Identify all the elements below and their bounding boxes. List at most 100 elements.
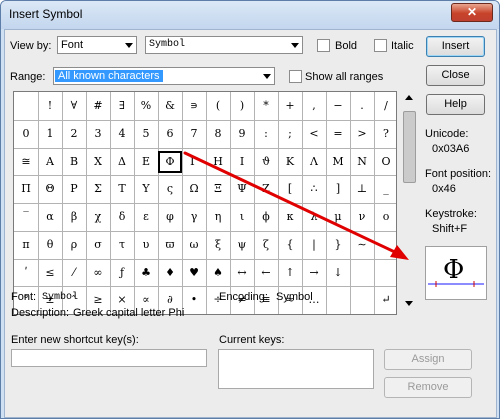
symbol-cell[interactable]: ϕ xyxy=(254,206,278,228)
symbol-cell[interactable]: , xyxy=(302,95,326,117)
symbol-cell[interactable]: β xyxy=(62,206,86,228)
symbol-cell[interactable]: λ xyxy=(302,206,326,228)
symbol-cell[interactable]: υ xyxy=(134,234,158,256)
close-button[interactable]: Close xyxy=(426,65,485,86)
scroll-thumb[interactable] xyxy=(403,111,416,183)
symbol-cell[interactable]: − xyxy=(326,95,350,117)
symbol-cell[interactable]: 3 xyxy=(86,123,110,145)
symbol-cell[interactable]: ; xyxy=(278,123,302,145)
symbol-cell[interactable]: ω xyxy=(182,234,206,256)
symbol-cell[interactable]: * xyxy=(254,95,278,117)
symbol-cell[interactable] xyxy=(326,289,350,311)
symbol-cell[interactable]: ρ xyxy=(62,234,86,256)
font-dropdown[interactable]: Symbol xyxy=(145,36,303,54)
symbol-cell[interactable]: 0 xyxy=(14,123,38,145)
symbol-cell[interactable]: η xyxy=(206,206,230,228)
remove-button[interactable]: Remove xyxy=(384,377,472,398)
symbol-cell[interactable]: ξ xyxy=(206,234,230,256)
symbol-cell[interactable]: } xyxy=(326,234,350,256)
symbol-cell[interactable]: Ι xyxy=(230,151,254,173)
symbol-cell[interactable]: κ xyxy=(278,206,302,228)
symbol-cell[interactable] xyxy=(14,95,38,117)
symbol-cell[interactable]: 6 xyxy=(158,123,182,145)
italic-checkbox[interactable] xyxy=(374,39,387,52)
symbol-cell[interactable]: 2 xyxy=(62,123,86,145)
symbol-cell[interactable]: ♣ xyxy=(134,262,158,284)
symbol-cell[interactable]: ) xyxy=(230,95,254,117)
symbol-cell[interactable]: | xyxy=(302,234,326,256)
symbol-cell[interactable]: Μ xyxy=(326,151,350,173)
symbol-cell[interactable]: 4 xyxy=(110,123,134,145)
grid-scrollbar[interactable] xyxy=(401,91,418,315)
symbol-cell[interactable]: ƒ xyxy=(110,262,134,284)
symbol-cell[interactable]: ϖ xyxy=(158,234,182,256)
symbol-cell[interactable]: Φ xyxy=(158,151,182,173)
assign-button[interactable]: Assign xyxy=(384,349,472,370)
symbol-cell[interactable]: ο xyxy=(374,206,398,228)
symbol-cell[interactable]: Ν xyxy=(350,151,374,173)
insert-button[interactable]: Insert xyxy=(426,36,485,57)
symbol-cell[interactable]: χ xyxy=(86,206,110,228)
symbol-cell[interactable]: ∼ xyxy=(350,234,374,256)
symbol-cell[interactable]: ϑ xyxy=(254,151,278,173)
symbol-cell[interactable]: . xyxy=(350,95,374,117)
symbol-cell[interactable]: Ψ xyxy=(230,178,254,200)
symbol-cell[interactable] xyxy=(350,289,374,311)
symbol-cell[interactable]: Ε xyxy=(134,151,158,173)
view-by-dropdown[interactable]: Font xyxy=(57,36,137,54)
symbol-cell[interactable]: γ xyxy=(182,206,206,228)
symbol-cell[interactable]: = xyxy=(326,123,350,145)
symbol-cell[interactable]: σ xyxy=(86,234,110,256)
symbol-cell[interactable]: ≤ xyxy=(38,262,62,284)
bold-checkbox[interactable] xyxy=(317,39,330,52)
symbol-cell[interactable]: Γ xyxy=(182,151,206,173)
symbol-cell[interactable]: ∃ xyxy=(110,95,134,117)
symbol-cell[interactable] xyxy=(374,262,398,284)
symbol-cell[interactable]: ♥ xyxy=(182,262,206,284)
scroll-up-icon[interactable] xyxy=(405,95,413,100)
symbol-cell[interactable]: 1 xyxy=(38,123,62,145)
symbol-cell[interactable]: ] xyxy=(326,178,350,200)
symbol-cell[interactable]: ι xyxy=(230,206,254,228)
symbol-cell[interactable]: _ xyxy=(374,178,398,200)
symbol-cell[interactable]: Ο xyxy=(374,151,398,173)
symbol-cell[interactable]: μ xyxy=(326,206,350,228)
title-bar[interactable]: Insert Symbol ✕ xyxy=(1,1,499,29)
symbol-cell[interactable]: % xyxy=(134,95,158,117)
symbol-cell[interactable]: 8 xyxy=(206,123,230,145)
symbol-cell[interactable]: ε xyxy=(134,206,158,228)
symbol-cell[interactable]: ↔ xyxy=(230,262,254,284)
show-all-ranges-checkbox[interactable] xyxy=(289,70,302,83)
scroll-down-icon[interactable] xyxy=(405,301,413,306)
symbol-cell[interactable]: ς xyxy=(158,178,182,200)
symbol-cell[interactable]: δ xyxy=(110,206,134,228)
symbol-cell[interactable]: ∞ xyxy=(86,262,110,284)
symbol-cell[interactable]: Θ xyxy=(38,178,62,200)
symbol-cell[interactable]: Ρ xyxy=(62,178,86,200)
symbol-cell[interactable]: ? xyxy=(374,123,398,145)
symbol-cell[interactable]: τ xyxy=(110,234,134,256)
symbol-cell[interactable]: → xyxy=(302,262,326,284)
symbol-cell[interactable]: ∀ xyxy=(62,95,86,117)
symbol-cell[interactable]: 9 xyxy=(230,123,254,145)
symbol-cell[interactable]: ↑ xyxy=(278,262,302,284)
symbol-cell[interactable]: { xyxy=(278,234,302,256)
symbol-cell[interactable]: : xyxy=(254,123,278,145)
symbol-cell[interactable]: ʹ xyxy=(14,262,38,284)
symbol-cell[interactable]: / xyxy=(374,95,398,117)
symbol-cell[interactable]: Λ xyxy=(302,151,326,173)
symbol-cell[interactable]: ! xyxy=(38,95,62,117)
symbol-cell[interactable]: Η xyxy=(206,151,230,173)
shortcut-input[interactable] xyxy=(11,349,207,367)
symbol-cell[interactable]: ζ xyxy=(254,234,278,256)
symbol-cell[interactable]: Δ xyxy=(110,151,134,173)
symbol-cell[interactable]: ↓ xyxy=(326,262,350,284)
symbol-cell[interactable]: > xyxy=(350,123,374,145)
symbol-cell[interactable]: Π xyxy=(14,178,38,200)
symbol-cell[interactable]: Χ xyxy=(86,151,110,173)
symbol-cell[interactable]: 5 xyxy=(134,123,158,145)
symbol-cell[interactable]: α xyxy=(38,206,62,228)
symbol-cell[interactable]: Ω xyxy=(182,178,206,200)
symbol-cell[interactable]: ψ xyxy=(230,234,254,256)
symbol-cell[interactable]: ⊥ xyxy=(350,178,374,200)
